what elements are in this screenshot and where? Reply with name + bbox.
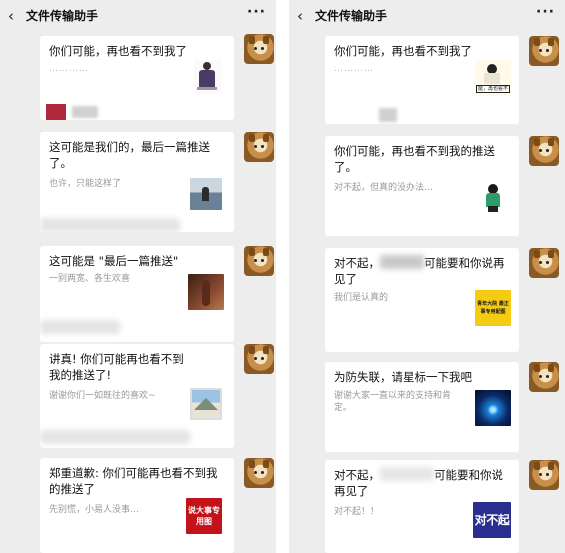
article-desc: 也许，只能这样了 — [49, 179, 122, 189]
blurred-area — [40, 218, 180, 232]
chat-title: 文件传输助手 — [26, 9, 99, 23]
blurred-thumbnail — [46, 104, 66, 120]
more-options-button[interactable]: ··· — [536, 2, 555, 22]
article-desc: 一别两宽、各生欢喜 — [49, 274, 131, 284]
article-thumbnail: 说大事专用图 — [186, 498, 222, 534]
sender-avatar[interactable] — [529, 248, 559, 278]
right-chat-screen: ‹ 文件传输助手 ··· 你们可能，再也看不到我了 ………… 能，再也看不 你们… — [289, 0, 565, 553]
chat-header: ‹ 文件传输助手 ··· — [0, 0, 276, 34]
title-part-a: 对不起， — [334, 468, 380, 482]
article-title-line: 对不起， 可能要和你说再见了 — [334, 467, 512, 499]
article-desc: 先别慌，小易人没事… — [49, 505, 140, 515]
article-desc: 谢谢你们一如既往的喜欢~ — [49, 391, 156, 401]
article-title: 为防失联，请星标一下我吧 — [334, 370, 472, 384]
article-desc: 对不起，但真的没办法… — [334, 183, 434, 193]
article-card[interactable]: 这可能是我们的，最后一篇推送了。 也许，只能这样了 — [40, 132, 234, 232]
article-title: 郑重道歉: 你们可能再也看不到我的推送了 — [49, 466, 218, 496]
article-thumbnail: 能，再也看不 — [475, 60, 511, 96]
chevron-left-icon[interactable]: ‹ — [297, 6, 303, 26]
sender-avatar[interactable] — [244, 132, 274, 162]
article-card[interactable]: 为防失联，请星标一下我吧 谢谢大家一直以来的支持和肯定。 — [325, 362, 519, 452]
sender-avatar[interactable] — [529, 460, 559, 490]
article-thumbnail — [188, 274, 224, 310]
blurred-text — [380, 255, 424, 269]
screens: ‹ 文件传输助手 ··· 你们可能，再也看不到我了 ………… 这可能是我们的，最… — [0, 0, 565, 553]
blurred-area — [40, 430, 190, 444]
article-thumbnail — [194, 60, 222, 94]
blurred-text — [72, 106, 98, 118]
chat-header: ‹ 文件传输助手 ··· — [289, 0, 565, 34]
blurred-thumbnail — [379, 108, 397, 122]
left-chat-screen: ‹ 文件传输助手 ··· 你们可能，再也看不到我了 ………… 这可能是我们的，最… — [0, 0, 276, 553]
article-thumbnail — [190, 388, 222, 420]
sender-avatar[interactable] — [529, 362, 559, 392]
article-desc: 谢谢大家一直以来的支持和肯定。 — [334, 391, 452, 413]
article-desc: ………… — [334, 64, 374, 74]
article-title: 你们可能，再也看不到我了 — [49, 44, 187, 58]
blurred-area — [40, 320, 120, 334]
article-thumbnail — [190, 178, 222, 210]
chat-title: 文件传输助手 — [315, 9, 388, 23]
article-card[interactable]: 这可能是 "最后一篇推送" 一别两宽、各生欢喜 — [40, 246, 234, 342]
article-desc: ………… — [49, 64, 89, 74]
article-title-line: 对不起， 可能要和你说再见了 — [334, 255, 512, 287]
article-title: 你们可能，再也看不到我了 — [334, 44, 472, 58]
title-part-a: 对不起， — [334, 256, 380, 270]
article-desc: 对不起！！ — [334, 507, 380, 517]
article-card[interactable]: 郑重道歉: 你们可能再也看不到我的推送了 先别慌，小易人没事… 说大事专用图 — [40, 458, 234, 553]
sender-avatar[interactable] — [244, 34, 274, 64]
article-title: 你们可能，再也看不到我的推送了。 — [334, 144, 495, 174]
article-thumbnail: 对不起 — [473, 502, 511, 538]
article-thumbnail — [475, 178, 511, 214]
sender-avatar[interactable] — [529, 136, 559, 166]
sender-avatar[interactable] — [244, 344, 274, 374]
thumbnail-text: 说大事专用图 — [188, 506, 220, 526]
sender-avatar[interactable] — [244, 246, 274, 276]
thumbnail-text: 青年大院 最正事专用配图 — [477, 301, 509, 315]
sender-avatar[interactable] — [244, 458, 274, 488]
article-card[interactable]: 对不起， 可能要和你说再见了 对不起！！ 对不起 — [325, 460, 519, 553]
article-title: 讲真! 你们可能再也看不到我的推送了! — [49, 352, 184, 382]
article-card[interactable]: 你们可能，再也看不到我的推送了。 对不起，但真的没办法… — [325, 136, 519, 236]
article-title: 这可能是我们的，最后一篇推送了。 — [49, 140, 210, 170]
article-thumbnail — [475, 390, 511, 426]
sender-avatar[interactable] — [529, 36, 559, 66]
article-card[interactable]: 你们可能，再也看不到我了 ………… 能，再也看不 — [325, 36, 519, 124]
article-title: 这可能是 "最后一篇推送" — [49, 254, 179, 268]
chevron-left-icon[interactable]: ‹ — [8, 6, 14, 26]
more-options-button[interactable]: ··· — [247, 2, 266, 22]
thumbnail-text: 能，再也看不 — [476, 85, 510, 93]
blurred-text — [380, 467, 434, 481]
article-thumbnail: 青年大院 最正事专用配图 — [475, 290, 511, 326]
article-card[interactable]: 你们可能，再也看不到我了 ………… — [40, 36, 234, 120]
article-card[interactable]: 讲真! 你们可能再也看不到我的推送了! 谢谢你们一如既往的喜欢~ — [40, 344, 234, 448]
article-desc: 我们是认真的 — [334, 293, 389, 303]
article-card[interactable]: 对不起， 可能要和你说再见了 我们是认真的 青年大院 最正事专用配图 — [325, 248, 519, 352]
